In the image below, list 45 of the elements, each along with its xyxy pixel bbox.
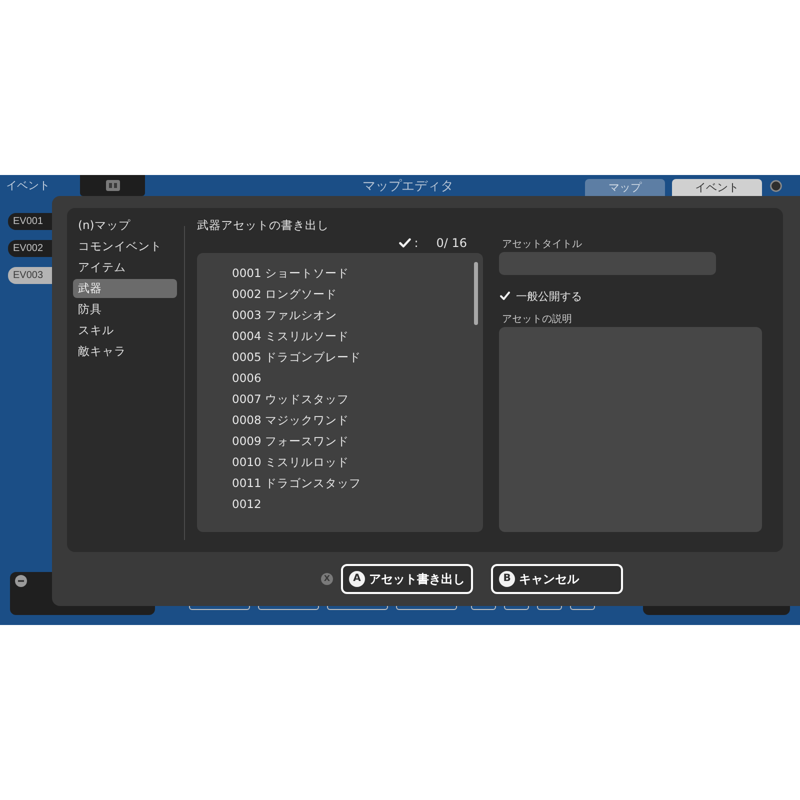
asset-item[interactable]: 0006 xyxy=(197,368,467,389)
x-key-glyph: X xyxy=(321,573,333,585)
asset-item[interactable]: 0007 ウッドスタッフ xyxy=(197,389,467,410)
asset-item[interactable]: 0012 xyxy=(197,494,467,515)
asset-item[interactable]: 0009 フォースワンド xyxy=(197,431,467,452)
category-item[interactable]: (n)マップ xyxy=(73,216,177,235)
category-item[interactable]: 敵キャラ xyxy=(73,342,177,361)
window-title: マップエディタ xyxy=(362,178,454,194)
dialog-button[interactable]: B キャンセル xyxy=(491,564,623,594)
asset-item[interactable]: 0005 ドラゴンブレード xyxy=(197,347,467,368)
minus-icon[interactable] xyxy=(15,575,27,587)
key-glyph: B xyxy=(499,571,515,587)
category-item[interactable]: スキル xyxy=(73,321,177,340)
asset-item[interactable]: 0004 ミスリルソード xyxy=(197,326,467,347)
asset-item[interactable]: 0001 ショートソード xyxy=(197,263,467,284)
mode-tab[interactable]: イベント xyxy=(672,179,762,196)
scrollbar-thumb[interactable] xyxy=(474,262,478,325)
checkbox-label[interactable]: 一般公開する xyxy=(516,288,582,304)
check-icon xyxy=(399,238,412,248)
selection-counter: 0/ 16 xyxy=(436,236,467,250)
key-glyph: A xyxy=(349,571,365,587)
category-item[interactable]: 防具 xyxy=(73,300,177,319)
tile-icon xyxy=(106,180,120,191)
field-label: アセットタイトル xyxy=(501,239,582,251)
header-tab[interactable] xyxy=(80,175,145,196)
side-label: イベント xyxy=(6,178,51,193)
counter-separator: : xyxy=(414,236,418,250)
asset-item[interactable]: 0003 ファルシオン xyxy=(197,305,467,326)
event-item[interactable]: EV002 xyxy=(8,240,52,257)
title-input-field[interactable] xyxy=(499,252,716,275)
checkbox-icon[interactable] xyxy=(500,291,510,301)
dialog-button[interactable]: A アセット書き出し xyxy=(341,564,473,594)
category-item[interactable]: 武器 xyxy=(73,279,177,298)
description-input-field[interactable] xyxy=(499,327,762,532)
asset-item[interactable]: 0002 ロングソード xyxy=(197,284,467,305)
dialog-heading: 武器アセットの書き出し xyxy=(197,217,330,234)
asset-item[interactable]: 0010 ミスリルロッド xyxy=(197,452,467,473)
event-item[interactable]: EV003 xyxy=(8,267,52,284)
category-item[interactable]: コモンイベント xyxy=(73,237,177,256)
asset-item[interactable]: 0011 ドラゴンスタッフ xyxy=(197,473,467,494)
category-item[interactable]: アイテム xyxy=(73,258,177,277)
circle-icon[interactable] xyxy=(770,180,782,192)
asset-item[interactable]: 0008 マジックワンド xyxy=(197,410,467,431)
event-item[interactable]: EV001 xyxy=(8,213,52,230)
field-label: アセットの説明 xyxy=(501,314,572,326)
